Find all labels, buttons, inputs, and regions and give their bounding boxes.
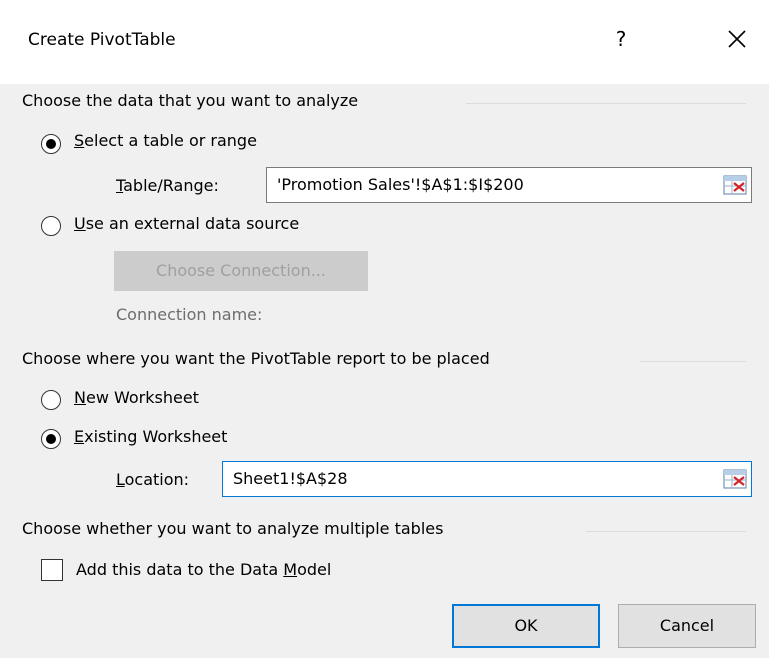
new-worksheet-label[interactable]: New Worksheet	[74, 388, 199, 407]
multiple-tables-heading: Choose whether you want to analyze multi…	[22, 519, 444, 538]
data-section-heading: Choose the data that you want to analyze	[22, 91, 359, 110]
external-source-label[interactable]: Use an external data source	[74, 214, 299, 233]
existing-worksheet-label[interactable]: Existing Worksheet	[74, 427, 227, 446]
cancel-button[interactable]: Cancel	[618, 604, 756, 648]
table-range-input[interactable]: 'Promotion Sales'!$A$1:$I$200	[266, 167, 752, 203]
ok-button[interactable]: OK	[452, 604, 600, 648]
table-range-value: 'Promotion Sales'!$A$1:$I$200	[277, 175, 524, 194]
create-pivottable-dialog: Create PivotTable ? Choose the data that…	[0, 0, 769, 658]
add-to-data-model-label[interactable]: Add this data to the Data Model	[76, 560, 331, 579]
choose-connection-button: Choose Connection...	[114, 251, 368, 291]
location-input[interactable]: Sheet1!$A$28	[222, 461, 752, 497]
location-picker-icon[interactable]	[723, 467, 747, 491]
dialog-title: Create PivotTable	[28, 30, 176, 50]
connection-name-label: Connection name:	[116, 305, 263, 324]
table-range-label: Table/Range:	[116, 176, 219, 195]
location-value: Sheet1!$A$28	[233, 469, 348, 488]
placement-section-heading: Choose where you want the PivotTable rep…	[22, 349, 490, 368]
location-label: Location:	[116, 470, 190, 489]
existing-worksheet-radio[interactable]	[41, 429, 61, 449]
external-source-radio[interactable]	[41, 216, 61, 236]
range-picker-icon[interactable]	[723, 173, 747, 197]
add-to-data-model-checkbox[interactable]	[41, 559, 63, 581]
close-button[interactable]	[720, 22, 754, 56]
new-worksheet-radio[interactable]	[41, 390, 61, 410]
close-icon	[728, 30, 746, 48]
title-bar: Create PivotTable ?	[0, 0, 769, 84]
select-range-label[interactable]: Select a table or range	[74, 131, 257, 150]
help-button[interactable]: ?	[606, 22, 636, 56]
group-divider	[466, 103, 746, 104]
group-divider	[586, 531, 746, 532]
select-range-radio[interactable]	[41, 134, 61, 154]
group-divider	[640, 361, 746, 362]
